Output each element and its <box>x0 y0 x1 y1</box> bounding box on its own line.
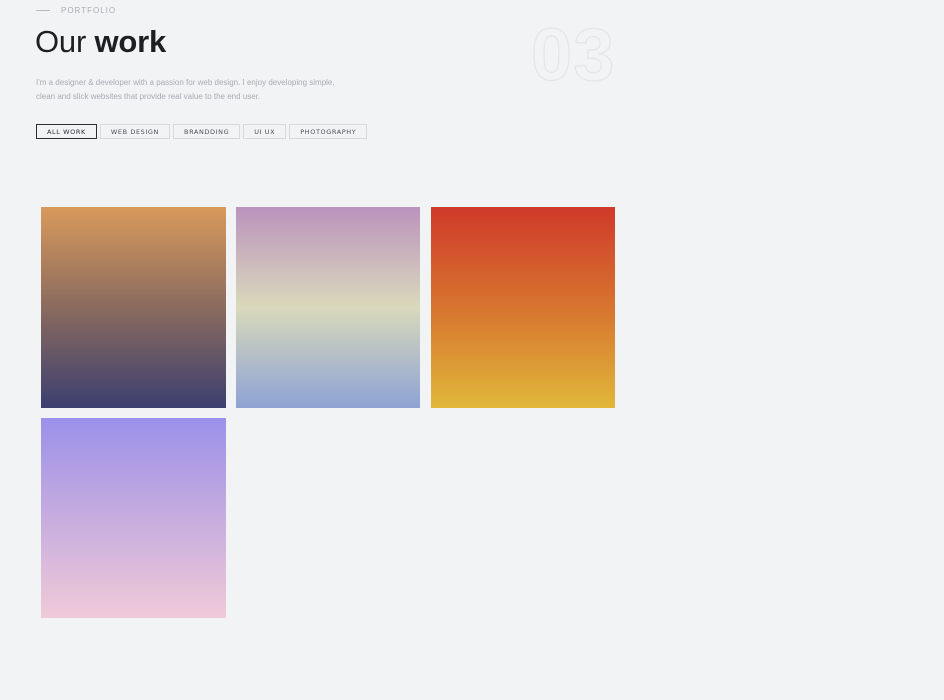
title-light: Our <box>35 24 87 59</box>
eyebrow-divider <box>36 10 50 11</box>
portfolio-item[interactable] <box>41 207 226 408</box>
filter-ui-ux[interactable]: UI UX <box>243 124 287 139</box>
portfolio-page: PORTFOLIO 03 Our work I'm a designer & d… <box>0 0 944 700</box>
section-description: I'm a designer & developer with a passio… <box>36 78 335 101</box>
section-number: 03 <box>530 13 616 96</box>
filter-web-design[interactable]: WEB DESIGN <box>99 124 171 139</box>
filter-bar: ALL WORK WEB DESIGN BRANDDING UI UX PHOT… <box>36 124 368 139</box>
filter-photography[interactable]: PHOTOGRAPHY <box>289 124 368 139</box>
filter-branding[interactable]: BRANDDING <box>173 124 241 139</box>
page-title: Our work <box>35 24 166 60</box>
title-bold: work <box>94 24 167 59</box>
section-eyebrow: PORTFOLIO <box>36 6 116 15</box>
portfolio-item[interactable] <box>41 418 226 618</box>
filter-all-work[interactable]: ALL WORK <box>36 124 97 139</box>
portfolio-item[interactable] <box>431 207 615 408</box>
portfolio-item[interactable] <box>236 207 420 408</box>
eyebrow-label: PORTFOLIO <box>61 6 117 15</box>
